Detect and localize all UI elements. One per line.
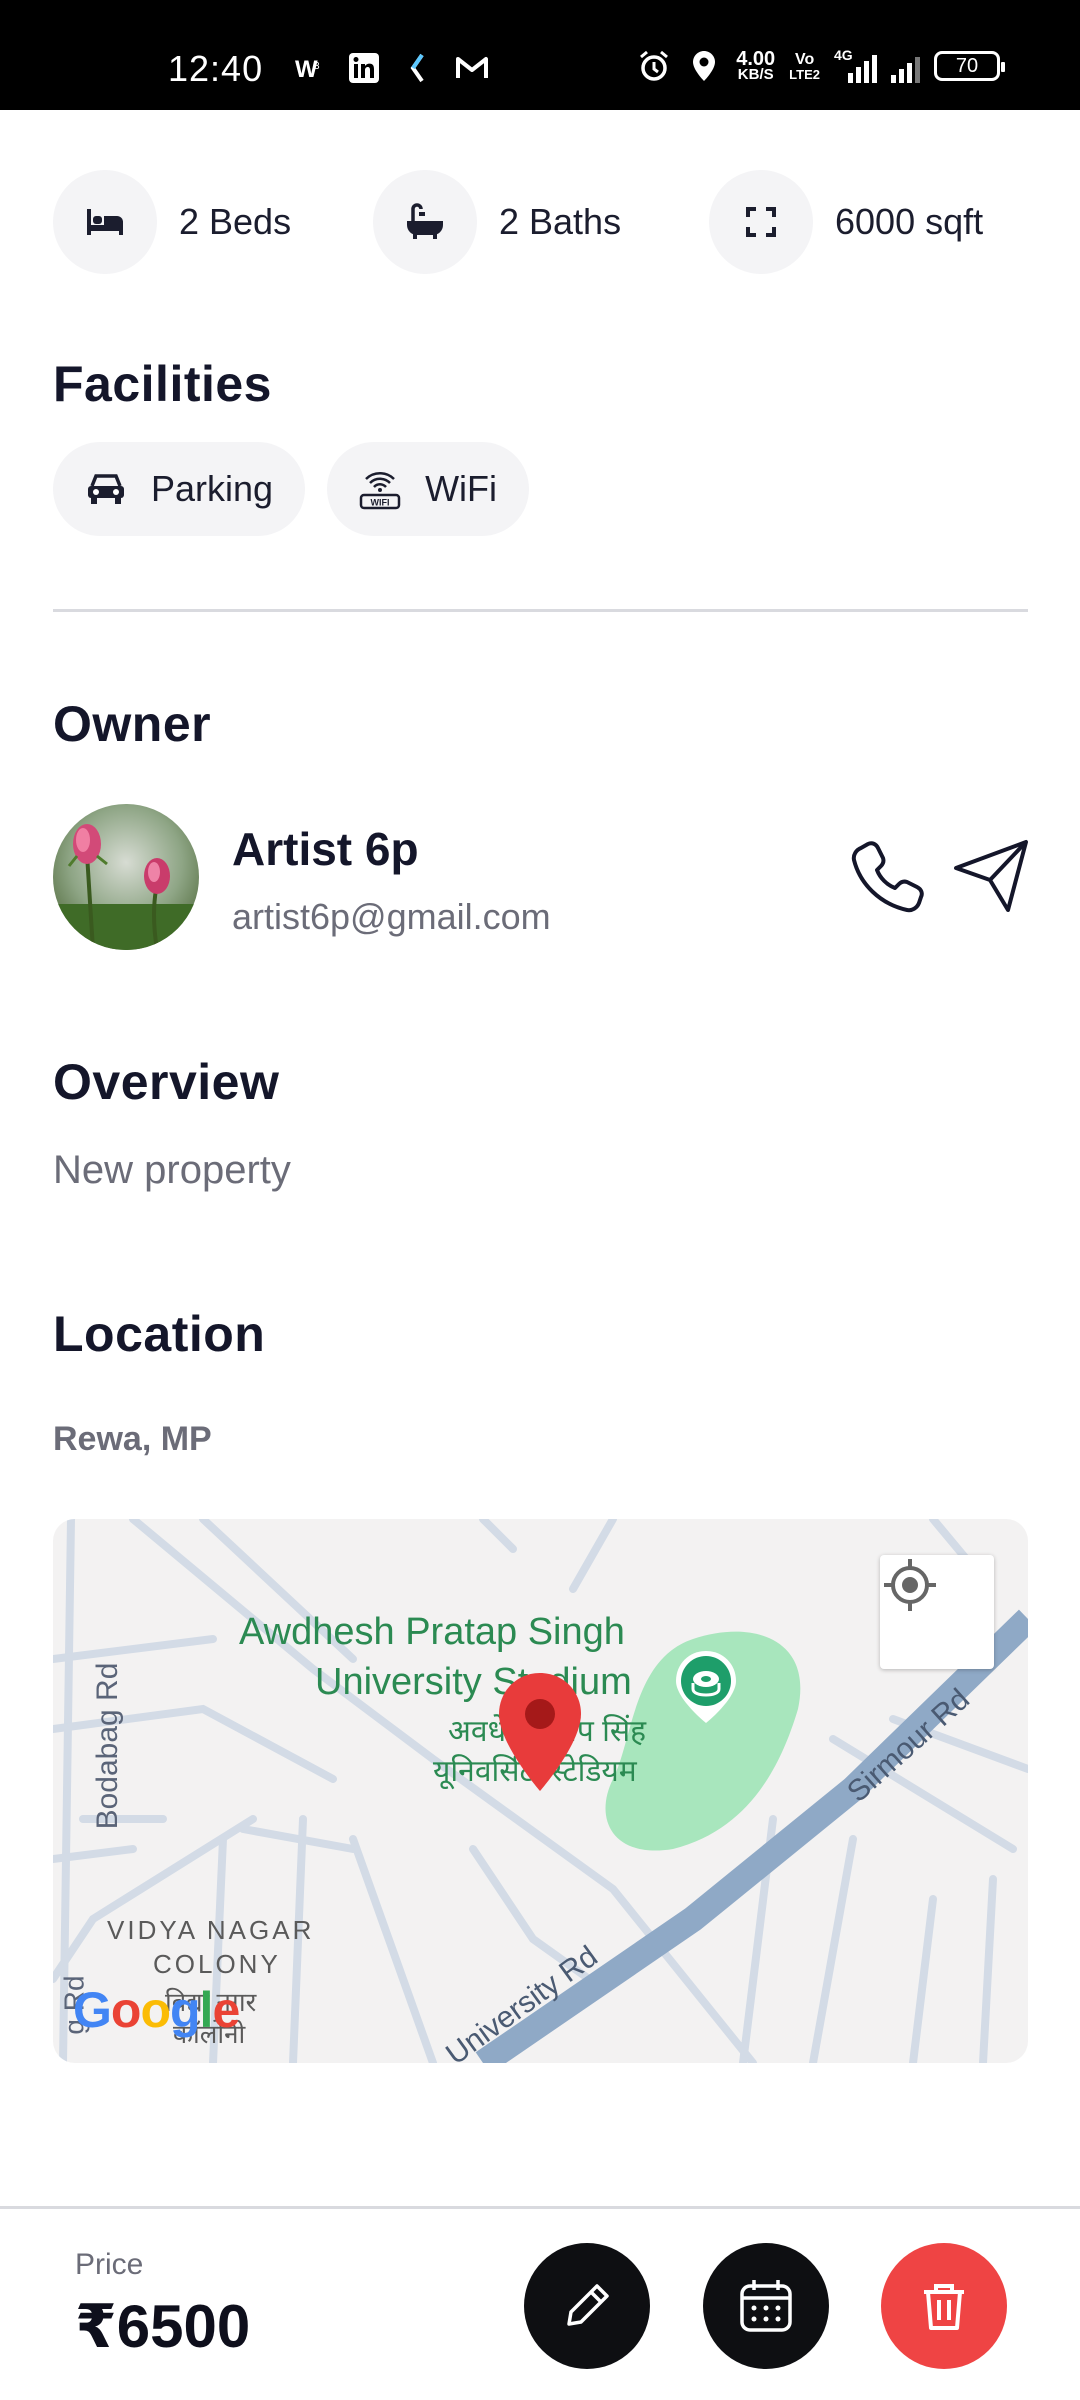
price-label: Price xyxy=(75,2248,144,2281)
gmail-icon xyxy=(454,50,490,86)
spec-baths: 2 Baths xyxy=(373,170,621,274)
map-label-bodabag: Bodabag Rd xyxy=(91,1662,124,1830)
map-label-stadium-1: Awdhesh Pratap Singh xyxy=(239,1611,625,1653)
location-text: Rewa, MP xyxy=(53,1420,212,1458)
price-value: ₹6500 xyxy=(75,2293,251,2360)
overview-text: New property xyxy=(53,1148,291,1192)
system-icons: 4.00 KB/S Vo LTE2 4G 70 xyxy=(636,47,1005,84)
spec-baths-label: 2 Baths xyxy=(499,201,622,242)
call-button[interactable] xyxy=(846,834,930,918)
volte-indicator: Vo LTE2 xyxy=(789,50,820,82)
svg-text:3: 3 xyxy=(314,61,320,72)
k-app-icon xyxy=(400,50,436,86)
battery-icon: 70 xyxy=(934,51,1005,81)
signal-icon xyxy=(891,49,920,83)
spec-area: 6000 sqft xyxy=(709,170,983,274)
spec-beds-label: 2 Beds xyxy=(179,201,292,242)
net-speed: 4.00 KB/S xyxy=(736,48,776,83)
pencil-icon xyxy=(567,2284,609,2326)
alarm-icon xyxy=(636,48,672,84)
owner-email: artist6p@gmail.com xyxy=(232,896,551,937)
facility-label-wifi: WiFi xyxy=(425,468,498,509)
wifi-icon: WIFI xyxy=(357,466,403,512)
facility-label-parking: Parking xyxy=(151,468,274,509)
google-logo: Google xyxy=(73,1982,240,2038)
owner-title: Owner xyxy=(53,696,212,752)
edit-button[interactable] xyxy=(524,2243,650,2369)
notification-icons: W3 xyxy=(292,50,490,86)
my-location-button[interactable] xyxy=(880,1555,994,1669)
location-icon xyxy=(686,48,722,84)
property-specs: 2 Beds 2 Baths 6000 sqft xyxy=(53,170,1033,274)
location-title: Location xyxy=(53,1306,266,1362)
facilities-title: Facilities xyxy=(53,356,272,412)
map-label-colony-2: COLONY xyxy=(153,1949,281,1979)
section-divider xyxy=(53,609,1028,612)
bed-icon xyxy=(53,170,157,274)
signal-4g-icon: 4G xyxy=(834,47,877,83)
map-label-colony-1: VIDYA NAGAR xyxy=(107,1915,315,1945)
car-icon xyxy=(83,466,129,512)
overview-title: Overview xyxy=(53,1054,280,1110)
schedule-button[interactable] xyxy=(703,2243,829,2369)
linkedin-icon xyxy=(346,50,382,86)
w-app-icon: W3 xyxy=(292,50,328,86)
avatar[interactable] xyxy=(53,804,199,950)
facility-chip-wifi: WIFI WiFi xyxy=(327,442,530,536)
facilities-list: Parking WIFI WiFi xyxy=(53,442,530,536)
expand-icon xyxy=(709,170,813,274)
phone-icon xyxy=(851,841,924,913)
spec-area-label: 6000 sqft xyxy=(835,201,984,242)
owner-name: Artist 6p xyxy=(232,823,419,875)
bathtub-icon xyxy=(373,170,477,274)
spec-beds: 2 Beds xyxy=(53,170,291,274)
calendar-icon xyxy=(740,2280,792,2332)
location-map[interactable]: Awdhesh Pratap Singh University Stadium … xyxy=(53,1519,1028,2063)
trash-icon xyxy=(924,2284,964,2330)
map-label-stadium-2: University Stadium xyxy=(315,1661,632,1703)
bottom-bar-divider xyxy=(0,2206,1080,2209)
svg-text:WIFI: WIFI xyxy=(371,498,390,508)
crosshair-icon xyxy=(884,1559,936,1611)
status-time: 12:40 xyxy=(168,48,264,89)
status-bar: 12:40 W3 4.00 KB/S Vo LTE2 4G 70 xyxy=(0,0,1080,110)
facility-chip-parking: Parking xyxy=(53,442,306,536)
delete-button[interactable] xyxy=(881,2243,1007,2369)
send-icon xyxy=(954,840,1028,912)
message-button[interactable] xyxy=(950,834,1034,918)
